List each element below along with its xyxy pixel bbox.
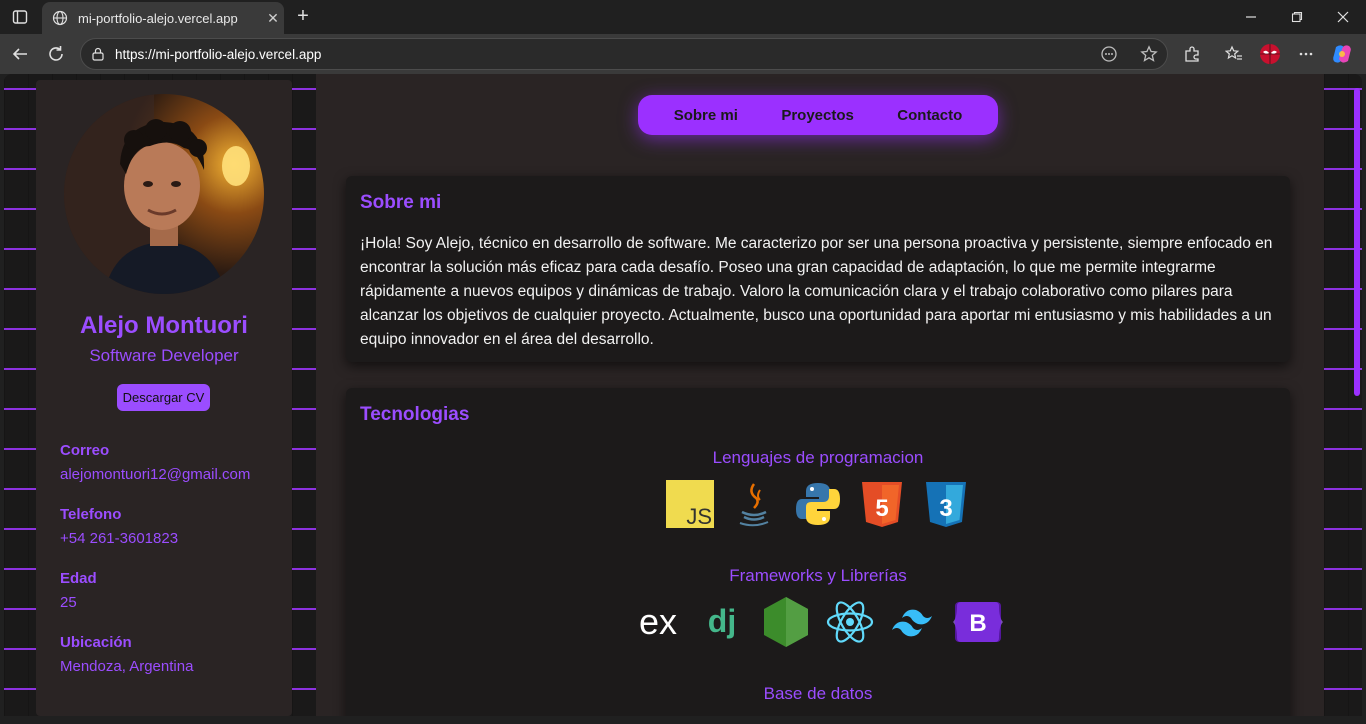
main-content: Sobre mi Proyectos Contacto Sobre mi ¡Ho… (316, 74, 1324, 716)
close-tab-icon[interactable]: ✕ (262, 10, 284, 27)
back-arrow-icon[interactable] (8, 42, 32, 66)
about-card: Sobre mi ¡Hola! Soy Alejo, técnico en de… (346, 176, 1290, 362)
page-scrollbar[interactable] (1354, 88, 1360, 396)
about-text: ¡Hola! Soy Alejo, técnico en desarrollo … (360, 235, 1273, 348)
globe-icon (52, 10, 68, 26)
tab-title: mi-portfolio-alejo.vercel.app (78, 10, 238, 26)
nav-item-proyectos[interactable]: Proyectos (781, 107, 854, 124)
favorite-star-icon[interactable] (1137, 42, 1161, 66)
age-label: Edad (60, 570, 97, 587)
url-text: https://mi-portfolio-alejo.vercel.app (115, 47, 322, 62)
reader-mode-icon[interactable] (1097, 42, 1121, 66)
refresh-icon[interactable] (44, 42, 68, 66)
react-icon (824, 596, 876, 648)
express-label: ex (639, 601, 677, 642)
profile-photo (64, 94, 264, 294)
location-value: Mendoza, Argentina (60, 658, 194, 675)
javascript-icon: JS (664, 478, 716, 530)
more-menu-icon[interactable] (1294, 42, 1318, 66)
css3-label: 3 (939, 495, 952, 522)
django-label: dj (708, 603, 736, 639)
location-label: Ubicación (60, 634, 132, 651)
age-value: 25 (60, 594, 77, 611)
html5-label: 5 (875, 495, 888, 522)
minimize-icon[interactable] (1240, 6, 1262, 28)
profile-avatar-icon[interactable] (1258, 42, 1282, 66)
django-icon: dj (696, 596, 748, 648)
browser-titlebar: mi-portfolio-alejo.vercel.app ✕ + (0, 0, 1366, 34)
copilot-icon[interactable] (1330, 42, 1354, 66)
css3-icon: 3 (920, 478, 972, 530)
new-tab-button[interactable]: + (292, 5, 314, 28)
extensions-icon[interactable] (1180, 42, 1204, 66)
nodejs-icon (760, 596, 812, 648)
phone-value[interactable]: +54 261-3601823 (60, 530, 178, 547)
profile-role: Software Developer (89, 346, 239, 365)
browser-tab[interactable]: mi-portfolio-alejo.vercel.app ✕ (42, 2, 284, 34)
html5-icon: 5 (856, 478, 908, 530)
languages-icon-row: JS 5 3 (346, 478, 1290, 530)
databases-subtitle: Base de datos (763, 684, 873, 703)
site-info-icon[interactable] (91, 47, 105, 61)
browser-toolbar: https://mi-portfolio-alejo.vercel.app (0, 34, 1366, 74)
favorites-icon[interactable] (1222, 42, 1246, 66)
phone-label: Telefono (60, 506, 122, 523)
nav-item-sobre-mi[interactable]: Sobre mi (674, 107, 738, 124)
express-icon: ex (632, 596, 684, 648)
download-cv-button[interactable]: Descargar CV (117, 384, 210, 411)
frameworks-subtitle: Frameworks y Librerías (729, 566, 907, 585)
bootstrap-icon: B (952, 596, 1004, 648)
tailwind-icon (888, 596, 940, 648)
bootstrap-label: B (969, 610, 986, 637)
profile-sidebar: Alejo Montuori Software Developer Descar… (36, 80, 292, 716)
close-window-icon[interactable] (1332, 6, 1354, 28)
nav-item-contacto[interactable]: Contacto (897, 107, 962, 124)
profile-name: Alejo Montuori (80, 312, 248, 339)
frameworks-icon-row: ex dj B (346, 596, 1290, 648)
email-label: Correo (60, 442, 110, 459)
python-icon (792, 478, 844, 530)
about-title: Sobre mi (360, 192, 442, 213)
page-viewport: Alejo Montuori Software Developer Descar… (4, 74, 1362, 716)
email-value[interactable]: alejomontuori12@gmail.com (60, 466, 250, 483)
address-bar[interactable]: https://mi-portfolio-alejo.vercel.app (80, 38, 1168, 70)
js-label: JS (686, 504, 712, 528)
technologies-card: Tecnologias Lenguajes de programacion JS (346, 388, 1290, 716)
main-nav: Sobre mi Proyectos Contacto (638, 95, 998, 135)
languages-subtitle: Lenguajes de programacion (712, 448, 924, 467)
technologies-title: Tecnologias (360, 404, 470, 425)
tab-actions-icon[interactable] (12, 9, 28, 25)
restore-icon[interactable] (1286, 6, 1308, 28)
java-icon (728, 478, 780, 530)
